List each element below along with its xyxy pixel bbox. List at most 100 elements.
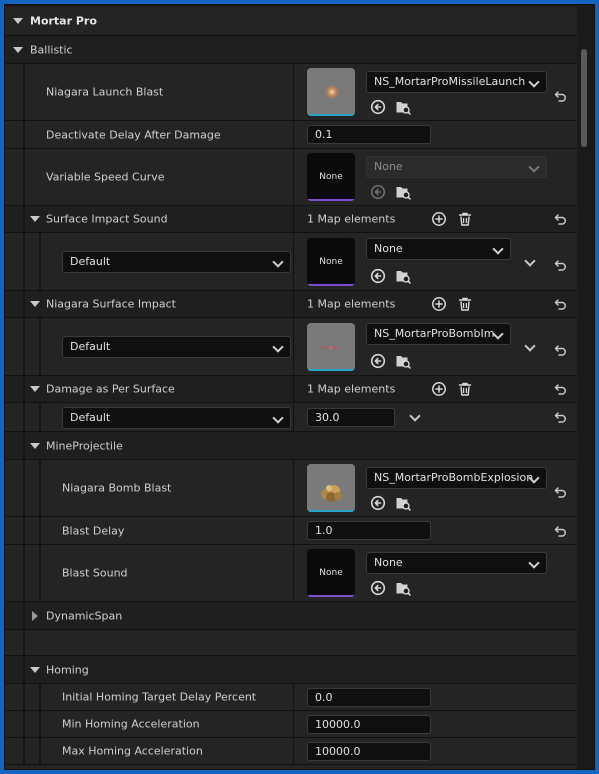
chevron-down-icon[interactable] <box>524 340 536 352</box>
column-splitter[interactable] <box>293 460 294 516</box>
category-title: DynamicSpan <box>46 609 123 622</box>
reset-to-default-icon[interactable] <box>554 258 568 272</box>
category-title: Ballistic <box>30 43 73 56</box>
column-splitter[interactable] <box>293 64 294 120</box>
use-selected-asset-icon[interactable] <box>370 353 386 369</box>
column-splitter[interactable] <box>293 121 294 148</box>
reset-to-default-icon[interactable] <box>554 410 568 424</box>
number-input[interactable]: 1.0 <box>307 521 431 540</box>
expand-arrow-icon[interactable] <box>32 610 38 621</box>
property-label: Deactivate Delay After Damage <box>46 128 221 141</box>
number-input[interactable]: 0.1 <box>307 125 431 144</box>
property-niagara-bomb-blast: Niagara Bomb Blast NS_MortarProBombExplo… <box>5 459 577 516</box>
number-input[interactable]: 30.0 <box>307 408 395 427</box>
reset-to-default-icon[interactable] <box>554 382 568 396</box>
category-header-ballistic[interactable]: Ballistic <box>5 35 577 63</box>
asset-thumbnail[interactable] <box>307 323 355 371</box>
delete-elements-icon[interactable] <box>457 296 473 312</box>
asset-thumbnail[interactable] <box>307 68 355 116</box>
collapse-arrow-icon[interactable] <box>30 666 40 673</box>
reset-to-default-icon[interactable] <box>554 297 568 311</box>
property-niagara-launch-blast: Niagara Launch Blast NS_MortarProMissile… <box>5 63 577 120</box>
asset-thumbnail[interactable]: None <box>307 238 355 286</box>
browse-asset-icon[interactable] <box>395 353 411 369</box>
map-key-value: Default <box>70 411 111 424</box>
reset-to-default-icon[interactable] <box>554 212 568 226</box>
number-input[interactable]: 0.0 <box>307 688 431 707</box>
indent-rail <box>23 318 25 375</box>
chevron-down-icon <box>272 256 284 268</box>
chevron-down-icon[interactable] <box>409 410 421 422</box>
asset-type-bar <box>307 510 355 512</box>
use-selected-asset-icon[interactable] <box>370 580 386 596</box>
indent-rail <box>23 432 25 459</box>
reset-to-default-icon[interactable] <box>554 524 568 538</box>
map-entry-niagara-surface-impact: Default NS_MortarProBombIm <box>5 317 577 375</box>
asset-thumbnail[interactable]: None <box>307 153 355 201</box>
asset-picker-combo[interactable]: None <box>366 238 511 260</box>
collapse-arrow-icon[interactable] <box>13 46 23 53</box>
indent-rail <box>23 403 25 431</box>
browse-asset-icon[interactable] <box>395 495 411 511</box>
map-key-value: Default <box>70 340 111 353</box>
number-input[interactable]: 10000.0 <box>307 742 431 761</box>
add-element-icon[interactable] <box>431 211 447 227</box>
indent-rail <box>23 630 25 655</box>
asset-type-bar <box>307 199 355 201</box>
browse-asset-icon[interactable] <box>395 268 411 284</box>
vertical-scrollbar[interactable] <box>581 49 587 147</box>
add-element-icon[interactable] <box>431 381 447 397</box>
column-splitter[interactable] <box>293 403 294 431</box>
column-splitter[interactable] <box>293 206 294 232</box>
category-header-homing[interactable]: Homing <box>5 655 577 683</box>
column-splitter[interactable] <box>293 517 294 544</box>
indent-rail <box>23 460 25 516</box>
browse-asset-icon[interactable] <box>395 99 411 115</box>
reset-to-default-icon[interactable] <box>554 343 568 357</box>
collapse-arrow-icon[interactable] <box>30 216 40 222</box>
asset-thumbnail[interactable] <box>307 464 355 512</box>
column-splitter[interactable] <box>293 318 294 375</box>
asset-type-bar <box>307 114 355 116</box>
use-selected-asset-icon[interactable] <box>370 495 386 511</box>
asset-picker-combo[interactable]: NS_MortarProBombIm <box>366 323 511 345</box>
asset-thumbnail[interactable]: None <box>307 549 355 597</box>
number-input[interactable]: 10000.0 <box>307 715 431 734</box>
map-key-combo[interactable]: Default <box>62 251 291 273</box>
column-splitter[interactable] <box>293 233 294 290</box>
map-key-combo[interactable]: Default <box>62 336 291 358</box>
map-key-combo[interactable]: Default <box>62 407 291 429</box>
reset-to-default-icon[interactable] <box>554 485 568 499</box>
column-splitter[interactable] <box>293 545 294 601</box>
delete-elements-icon[interactable] <box>457 211 473 227</box>
reset-to-default-icon[interactable] <box>554 89 568 103</box>
indent-rail <box>23 711 25 737</box>
asset-picker-combo[interactable]: None <box>366 552 547 574</box>
collapse-arrow-icon[interactable] <box>13 18 23 24</box>
column-splitter[interactable] <box>293 376 294 402</box>
use-selected-asset-icon[interactable] <box>370 99 386 115</box>
browse-asset-icon[interactable] <box>395 184 411 200</box>
column-splitter[interactable] <box>293 711 294 737</box>
category-header-dynamic-span[interactable]: DynamicSpan <box>5 601 577 629</box>
column-splitter[interactable] <box>293 149 294 205</box>
asset-name: NS_MortarProBombIm <box>374 327 495 340</box>
chevron-down-icon <box>528 557 540 569</box>
column-splitter[interactable] <box>293 684 294 710</box>
add-element-icon[interactable] <box>431 296 447 312</box>
column-splitter[interactable] <box>293 291 294 317</box>
browse-asset-icon[interactable] <box>395 580 411 596</box>
property-niagara-surface-impact: Niagara Surface Impact 1 Map elements <box>5 290 577 317</box>
chevron-down-icon[interactable] <box>524 255 536 267</box>
asset-picker-combo[interactable]: NS_MortarProBombExplosion <box>366 467 547 489</box>
category-header-mortar-pro[interactable]: Mortar Pro <box>5 7 577 35</box>
use-selected-asset-icon[interactable] <box>370 268 386 284</box>
delete-elements-icon[interactable] <box>457 381 473 397</box>
asset-picker-combo[interactable]: NS_MortarProMissileLaunch <box>366 71 547 93</box>
collapse-arrow-icon[interactable] <box>30 442 40 449</box>
category-header-mine-projectile[interactable]: MineProjectile <box>5 431 577 459</box>
collapse-arrow-icon[interactable] <box>30 301 40 307</box>
collapse-arrow-icon[interactable] <box>30 386 40 392</box>
column-splitter[interactable] <box>293 738 294 764</box>
chevron-down-icon <box>272 341 284 353</box>
